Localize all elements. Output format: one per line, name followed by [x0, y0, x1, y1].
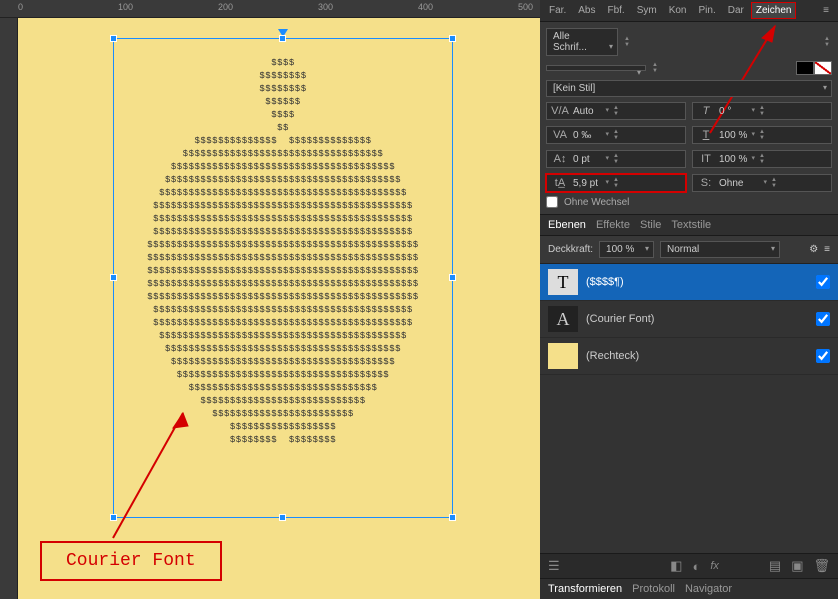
- tab-transformieren[interactable]: Transformieren: [548, 583, 622, 595]
- group-icon[interactable]: ▣: [791, 558, 803, 574]
- handle-bottom-right[interactable]: [449, 514, 456, 521]
- opacity-label: Deckkraft:: [548, 244, 593, 255]
- layer-thumb-text-icon: T: [548, 269, 578, 295]
- ruler-vertical: [0, 18, 18, 599]
- handle-top-left[interactable]: [110, 35, 117, 42]
- language-icon: S:: [695, 177, 717, 189]
- opacity-input[interactable]: 100 %: [599, 241, 654, 258]
- panel-menu-icon[interactable]: ≡: [824, 244, 830, 255]
- tab-zeichen[interactable]: Zeichen: [751, 2, 797, 19]
- delete-layer-icon[interactable]: 🗑: [813, 558, 830, 574]
- fx-icon[interactable]: fx: [710, 560, 719, 572]
- baseline-shift-input[interactable]: A↕ 0 pt ▲▼: [546, 150, 686, 168]
- tab-ebenen[interactable]: Ebenen: [548, 219, 586, 231]
- canvas[interactable]: $$$$ $$$$$$$$ $$$$$$$$ $$$$$$ $$$$ $$ $$…: [18, 18, 540, 599]
- font-style-dropdown[interactable]: [546, 65, 646, 71]
- layer-visibility-checkbox[interactable]: [816, 275, 830, 289]
- handle-bottom-mid[interactable]: [279, 514, 286, 521]
- tracking-icon: VA: [549, 129, 571, 141]
- annotation-arrow-icon: [88, 398, 208, 548]
- baseline-icon: A↕: [549, 153, 571, 165]
- tab-abs[interactable]: Abs: [573, 2, 600, 19]
- tab-fbf[interactable]: Fbf.: [602, 2, 629, 19]
- layers-stack-icon[interactable]: ☰: [548, 558, 560, 574]
- tab-sym[interactable]: Sym: [632, 2, 662, 19]
- leading-input[interactable]: tA̲ 5,9 pt ▲▼: [546, 174, 686, 192]
- layer-row[interactable]: A (Courier Font): [540, 301, 838, 338]
- tab-protokoll[interactable]: Protokoll: [632, 583, 675, 595]
- layers-toolbar: ☰ ◧ ◐ fx ▤ ▣ 🗑: [540, 553, 838, 578]
- ohne-wechsel-checkbox[interactable]: [546, 196, 558, 208]
- layers-list: T ($$$$¶) A (Courier Font) (Rechteck): [540, 264, 838, 553]
- language-input[interactable]: S: Ohne ▲▼: [692, 174, 832, 192]
- tab-stile[interactable]: Stile: [640, 219, 661, 231]
- ruler-horizontal: 0 100 200 300 400 500: [0, 0, 540, 18]
- ascii-art-text[interactable]: $$$$ $$$$$$$$ $$$$$$$$ $$$$$$ $$$$ $$ $$…: [114, 57, 452, 447]
- stroke-color-swatch[interactable]: [814, 61, 832, 75]
- layer-row[interactable]: T ($$$$¶): [540, 264, 838, 301]
- font-family-dropdown[interactable]: Alle Schrif...: [546, 28, 618, 56]
- ohne-wechsel-label: Ohne Wechsel: [564, 197, 629, 208]
- tab-navigator[interactable]: Navigator: [685, 583, 732, 595]
- layer-visibility-checkbox[interactable]: [816, 349, 830, 363]
- character-style-dropdown[interactable]: [Kein Stil]: [546, 80, 832, 97]
- layer-thumb-rectangle-icon: [548, 343, 578, 369]
- bottom-panel-tabs: Transformieren Protokoll Navigator: [540, 578, 838, 599]
- layer-row[interactable]: (Rechteck): [540, 338, 838, 375]
- kerning-icon: V/A: [549, 105, 571, 117]
- blend-mode-dropdown[interactable]: Normal: [660, 241, 780, 258]
- vertical-scale-input[interactable]: IT 100 % ▲▼: [692, 150, 832, 168]
- layer-visibility-checkbox[interactable]: [816, 312, 830, 326]
- tab-effekte[interactable]: Effekte: [596, 219, 630, 231]
- leading-icon: tA̲: [549, 177, 571, 189]
- tab-dar[interactable]: Dar: [723, 2, 749, 19]
- tab-textstile[interactable]: Textstile: [671, 219, 711, 231]
- tab-kon[interactable]: Kon: [664, 2, 692, 19]
- layer-thumb-artistic-text-icon: A: [548, 306, 578, 332]
- adjust-icon[interactable]: ◐: [692, 559, 700, 574]
- font-size-stepper[interactable]: ▲▼: [822, 36, 832, 48]
- mask-icon[interactable]: ◧: [670, 558, 682, 574]
- tab-far[interactable]: Far.: [544, 2, 571, 19]
- add-pixel-layer-icon[interactable]: ▤: [769, 558, 781, 574]
- handle-top-mid[interactable]: [279, 35, 286, 42]
- handle-top-right[interactable]: [449, 35, 456, 42]
- vscale-icon: IT: [695, 153, 717, 165]
- layers-panel-tabs: Ebenen Effekte Stile Textstile: [540, 215, 838, 236]
- gear-icon[interactable]: ⚙: [809, 244, 818, 255]
- tab-pin[interactable]: Pin.: [694, 2, 721, 19]
- panel-menu-icon[interactable]: ≡: [818, 2, 834, 19]
- fill-color-swatch[interactable]: [796, 61, 814, 75]
